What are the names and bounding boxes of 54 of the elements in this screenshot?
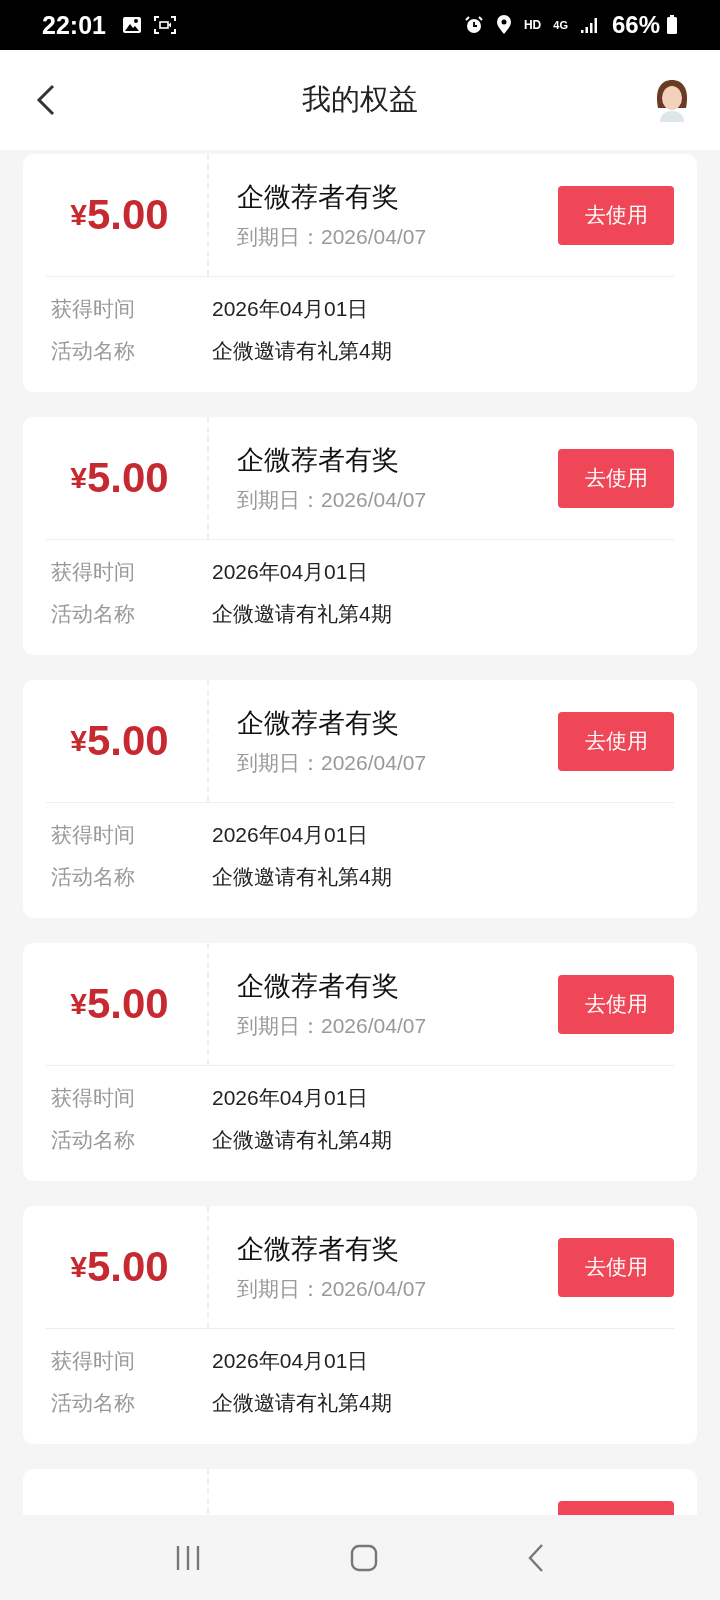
field-label: 活动名称 [51, 1127, 136, 1153]
coupon-title: 企微荐者有奖 [237, 181, 399, 214]
field-label: 获得时间 [51, 559, 136, 585]
field-label: 活动名称 [51, 864, 136, 890]
field-value: 2026年04月01日 [212, 822, 369, 848]
field-label: 活动名称 [51, 601, 136, 627]
back-icon[interactable] [36, 84, 56, 116]
field-value: 2026年04月01日 [212, 1085, 369, 1111]
field-value: 企微邀请有礼第4期 [212, 1127, 392, 1153]
page-title: 我的权益 [302, 82, 418, 117]
recent-apps-icon[interactable] [174, 1543, 202, 1572]
hd-label: HD [523, 18, 542, 32]
use-button[interactable]: 去使用 [558, 711, 674, 771]
field-label: 获得时间 [51, 296, 136, 322]
use-button[interactable]: 去使用 [558, 1237, 674, 1297]
field-value: 2026年04月01日 [212, 559, 369, 585]
field-value: 企微邀请有礼第4期 [212, 601, 392, 627]
field-label: 获得时间 [51, 1085, 136, 1111]
coupon-title: 企微荐者有奖 [237, 970, 399, 1003]
field-value: 企微邀请有礼第4期 [212, 1390, 392, 1416]
field-label: 获得时间 [51, 1348, 136, 1374]
expiry-date: 到期日：2026/04/07 [237, 224, 427, 250]
signal-icon [579, 16, 600, 34]
coupon-title: 企微荐者有奖 [237, 444, 399, 477]
field-value: 企微邀请有礼第4期 [212, 338, 392, 364]
battery-percent: 66% [611, 11, 660, 39]
battery-icon [666, 15, 678, 35]
coupon-amount: ¥5.00 [46, 417, 209, 539]
field-label: 活动名称 [51, 1390, 136, 1416]
picture-icon [121, 16, 142, 34]
coupon-title: 企微荐者有奖 [237, 1233, 399, 1266]
use-button[interactable]: 去使用 [558, 185, 674, 245]
field-value: 2026年04月01日 [212, 1348, 369, 1374]
location-icon [495, 15, 512, 35]
expiry-date: 到期日：2026/04/07 [237, 1013, 427, 1039]
use-button[interactable]: 去使用 [558, 974, 674, 1034]
network-label: 4G [553, 19, 568, 31]
coupon-amount: ¥5.00 [46, 154, 209, 276]
use-button[interactable]: 去使用 [558, 448, 674, 508]
expiry-date: 到期日：2026/04/07 [237, 487, 427, 513]
field-label: 获得时间 [51, 822, 136, 848]
coupon-title: 企微荐者有奖 [237, 707, 399, 740]
home-icon[interactable] [350, 1543, 378, 1572]
coupon-amount: ¥5.00 [46, 943, 209, 1065]
screen-record-icon [153, 16, 176, 34]
alarm-icon [463, 15, 484, 35]
coupon-amount: ¥5.00 [46, 1206, 209, 1328]
coupon-amount: ¥5.00 [46, 680, 209, 802]
field-label: 活动名称 [51, 338, 136, 364]
field-value: 企微邀请有礼第4期 [212, 864, 392, 890]
expiry-date: 到期日：2026/04/07 [237, 750, 427, 776]
clock-time: 22:01 [42, 10, 106, 40]
expiry-date: 到期日：2026/04/07 [237, 1276, 427, 1302]
field-value: 2026年04月01日 [212, 296, 369, 322]
